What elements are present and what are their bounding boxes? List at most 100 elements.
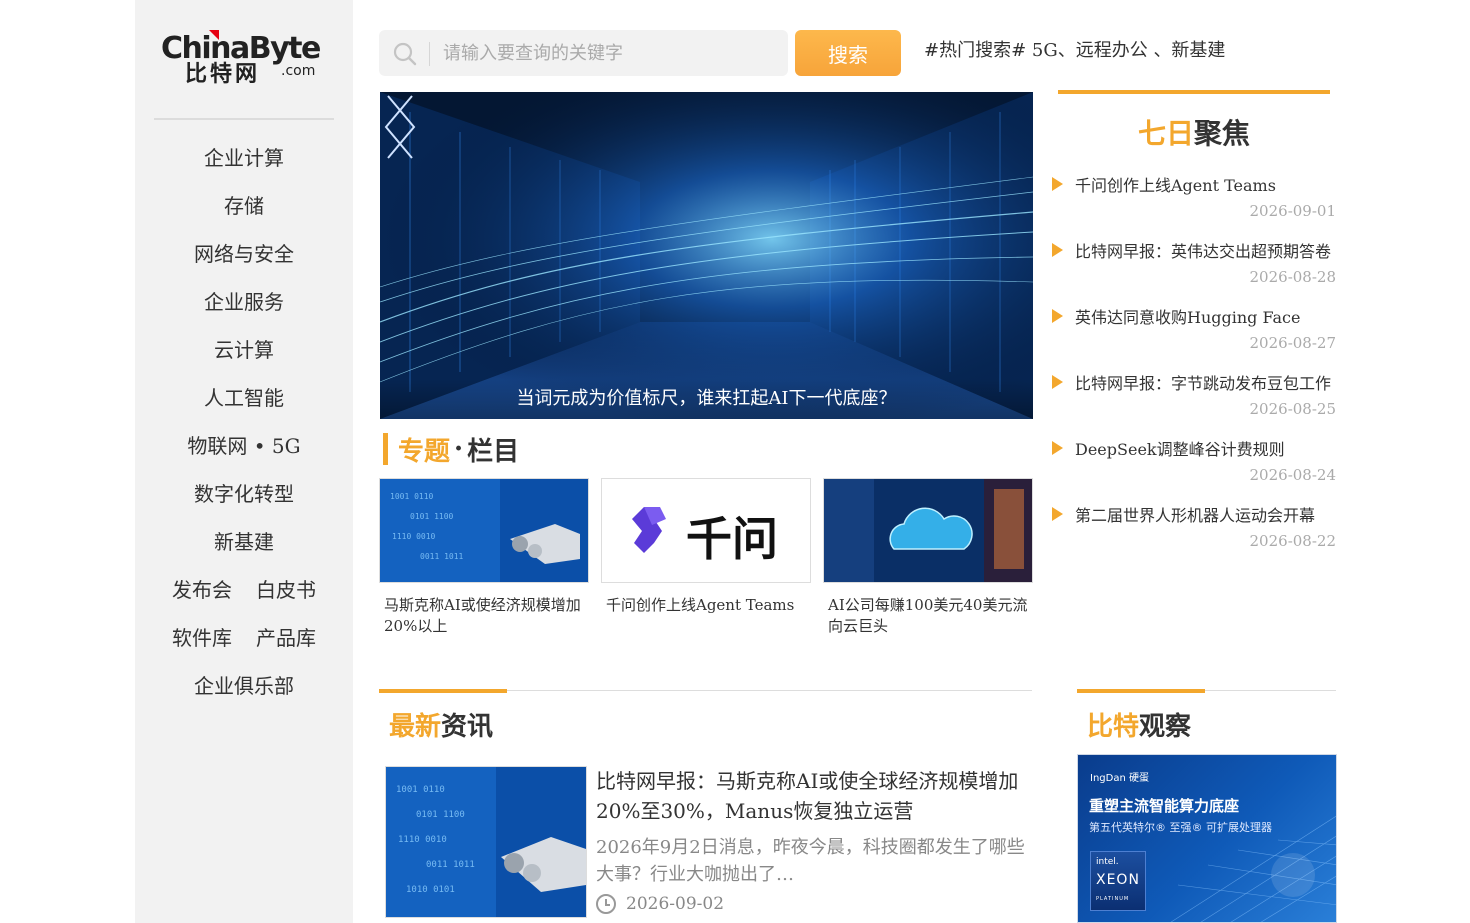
list-item[interactable]: 英伟达同意收购Hugging Face 2026-08-27: [1052, 298, 1336, 364]
list-item[interactable]: 比特网早报：字节跳动发布豆包工作 2026-08-25: [1052, 364, 1336, 430]
news-thumbnail[interactable]: 1001 0110 0101 1100 1110 0010 0011 1011 10…: [385, 766, 587, 918]
logo-main-text: ChinaByte: [161, 31, 321, 66]
sidebar-item-cloud[interactable]: 云计算: [135, 326, 353, 374]
seven-day-item-title[interactable]: 比特网早报：英伟达交出超预期答卷: [1075, 238, 1331, 262]
sidebar: ChinaByte 比特网 .com 企业计算 存储 网络与安全 企业服务 云计…: [135, 0, 353, 923]
observe-ad-banner[interactable]: IngDan 硬蛋 重塑主流智能算力底座 第五代英特尔® 至强® 可扩展处理器 …: [1077, 754, 1337, 923]
observe-heading-highlight: 比特: [1087, 712, 1140, 742]
ad-headline: 重塑主流智能算力底座: [1089, 797, 1240, 815]
platinum-label: PLATINUM: [1096, 896, 1130, 902]
list-item[interactable]: 千问创作上线Agent Teams 2026-09-01: [1052, 166, 1336, 232]
qianwen-logo-image: 千问: [601, 478, 811, 583]
triangle-bullet-icon: [1052, 177, 1063, 191]
svg-text:1110 0010: 1110 0010: [398, 835, 447, 845]
svg-text:0101 1100: 0101 1100: [416, 810, 465, 820]
sidebar-item-whitepapers[interactable]: 白皮书: [256, 566, 316, 614]
sidebar-divider: [154, 118, 334, 120]
seven-day-heading-highlight: 七日: [1137, 117, 1194, 150]
seven-day-item-title[interactable]: 第二届世界人形机器人运动会开幕: [1075, 502, 1315, 526]
sidebar-pair-row: 发布会 白皮书: [135, 566, 353, 614]
topic-card-title[interactable]: AI公司每赚100美元40美元流向云巨头: [823, 595, 1033, 637]
sidebar-item-ai[interactable]: 人工智能: [135, 374, 353, 422]
svg-text:1010 0101: 1010 0101: [406, 885, 455, 895]
latest-heading: 最新资讯: [389, 706, 493, 743]
seven-day-item-title[interactable]: 英伟达同意收购Hugging Face: [1075, 304, 1300, 328]
qianwen-logo-text: 千问: [686, 512, 778, 566]
list-item[interactable]: 第二届世界人形机器人运动会开幕 2026-08-22: [1052, 496, 1336, 562]
hot-search-links[interactable]: #热门搜索# 5G、远程办公 、新基建: [924, 36, 1225, 62]
triangle-bullet-icon: [1052, 441, 1063, 455]
topic-card-title[interactable]: 千问创作上线Agent Teams: [601, 595, 811, 616]
sidebar-pair-row: 软件库 产品库: [135, 614, 353, 662]
clock-icon: [596, 894, 616, 914]
ad-subline: 第五代英特尔® 至强® 可扩展处理器: [1089, 821, 1272, 834]
news-date-text: 2026-09-02: [626, 894, 725, 914]
seven-day-list: 千问创作上线Agent Teams 2026-09-01 比特网早报：英伟达交出…: [1052, 166, 1336, 562]
triangle-bullet-icon: [1052, 375, 1063, 389]
sidebar-item-product-library[interactable]: 产品库: [256, 614, 316, 662]
news-title[interactable]: 比特网早报：马斯克称AI或使全球经济规模增加20%至30%，Manus恢复独立运…: [596, 766, 1026, 826]
sidebar-item-digital-transformation[interactable]: 数字化转型: [135, 470, 353, 518]
seven-day-item-date: 2026-08-28: [1249, 268, 1336, 286]
sidebar-item-iot-5g[interactable]: 物联网 • 5G: [135, 422, 353, 470]
logo-cn-text: 比特网: [185, 62, 261, 87]
seven-day-item-date: 2026-09-01: [1249, 202, 1336, 220]
observe-accent-line: [1077, 689, 1205, 693]
svg-text:0101 1100: 0101 1100: [410, 512, 454, 521]
latest-accent-line: [379, 689, 507, 693]
triangle-bullet-icon: [1052, 507, 1063, 521]
sidebar-item-network-security[interactable]: 网络与安全: [135, 230, 353, 278]
seven-day-item-title[interactable]: 千问创作上线Agent Teams: [1075, 172, 1276, 196]
search-separator: [429, 42, 430, 66]
sidebar-item-software-library[interactable]: 软件库: [172, 614, 232, 662]
seven-day-item-date: 2026-08-22: [1249, 532, 1336, 550]
svg-text:1001 0110: 1001 0110: [390, 492, 434, 501]
latest-heading-rest: 资讯: [441, 712, 494, 742]
seven-day-heading-rest: 聚焦: [1194, 117, 1251, 150]
topics-heading-highlight: 专题: [398, 436, 451, 467]
topics-heading-rest: 栏目: [467, 436, 520, 467]
banner-caption[interactable]: 当词元成为价值标尺，谁来扛起AI下一代底座？: [380, 379, 1033, 419]
hero-banner[interactable]: 当词元成为价值标尺，谁来扛起AI下一代底座？: [380, 92, 1033, 419]
logo-com-text: .com: [281, 63, 316, 79]
seven-day-item-title[interactable]: 比特网早报：字节跳动发布豆包工作: [1075, 370, 1331, 394]
sidebar-item-enterprise-club[interactable]: 企业俱乐部: [135, 662, 353, 710]
sidebar-item-launch-events[interactable]: 发布会: [172, 566, 232, 614]
topic-card[interactable]: 1001 0110 0101 1100 1110 0010 0011 1011 马斯…: [379, 478, 589, 637]
seven-day-heading: 七日聚焦: [1058, 112, 1330, 152]
sidebar-nav: 企业计算 存储 网络与安全 企业服务 云计算 人工智能 物联网 • 5G 数字化…: [135, 134, 353, 710]
topics-heading-dot: ·: [454, 434, 464, 464]
topics-heading: 专题 · 栏目: [383, 432, 520, 467]
carousel-next-arrow[interactable]: [380, 92, 420, 162]
sidebar-item-new-infrastructure[interactable]: 新基建: [135, 518, 353, 566]
chinabyte-logo[interactable]: ChinaByte 比特网 .com: [159, 28, 329, 92]
list-item[interactable]: 比特网早报：英伟达交出超预期答卷 2026-08-28: [1052, 232, 1336, 298]
xeon-badge: intel. XEON PLATINUM: [1090, 851, 1146, 911]
list-item[interactable]: DeepSeek调整峰谷计费规则 2026-08-24: [1052, 430, 1336, 496]
triangle-bullet-icon: [1052, 243, 1063, 257]
sidebar-item-enterprise-computing[interactable]: 企业计算: [135, 134, 353, 182]
sidebar-item-enterprise-services[interactable]: 企业服务: [135, 278, 353, 326]
topic-card[interactable]: 千问 千问创作上线Agent Teams: [601, 478, 811, 616]
topics-heading-bar: [383, 433, 388, 465]
seven-day-item-title[interactable]: DeepSeek调整峰谷计费规则: [1075, 436, 1285, 460]
topic-card[interactable]: AI公司每赚100美元40美元流向云巨头: [823, 478, 1033, 637]
seven-day-item-date: 2026-08-27: [1249, 334, 1336, 352]
topic-card-title[interactable]: 马斯克称AI或使经济规模增加20%以上: [379, 595, 589, 637]
svg-text:0011 1011: 0011 1011: [420, 552, 464, 561]
search-box: [379, 30, 788, 76]
observe-heading: 比特观察: [1087, 706, 1191, 743]
svg-text:1110 0010: 1110 0010: [392, 532, 436, 541]
search-input[interactable]: [443, 30, 773, 76]
triangle-bullet-icon: [1052, 309, 1063, 323]
seven-day-item-date: 2026-08-24: [1249, 466, 1336, 484]
robot-hand-image: 1001 0110 0101 1100 1110 0010 0011 1011: [379, 478, 589, 583]
svg-text:1001 0110: 1001 0110: [396, 785, 445, 795]
search-icon[interactable]: [393, 42, 417, 66]
xeon-label: XEON: [1096, 872, 1140, 888]
cloud-server-image: [823, 478, 1033, 583]
news-date: 2026-09-02: [596, 894, 724, 914]
search-button[interactable]: 搜索: [795, 30, 901, 76]
sidebar-item-storage[interactable]: 存储: [135, 182, 353, 230]
seven-day-accent-line: [1058, 90, 1330, 94]
